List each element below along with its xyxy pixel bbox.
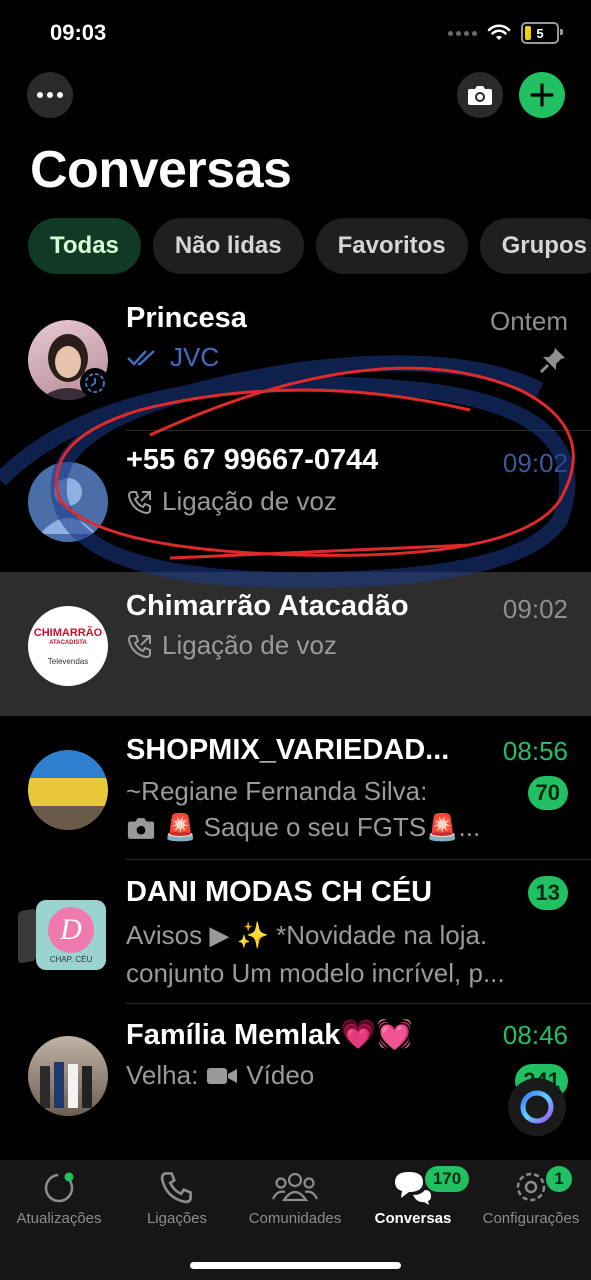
tab-ligacoes[interactable]: Ligações [118, 1168, 236, 1227]
chat-preview-text: 🚨 Saque o seu FGTS🚨... [164, 812, 481, 842]
community-stack-icon [18, 908, 36, 964]
tab-badge: 170 [425, 1166, 469, 1192]
phone-icon [160, 1172, 192, 1204]
chat-preview-line1: ~Regiane Fernanda Silva: [126, 776, 428, 806]
tab-label: Conversas [374, 1210, 452, 1227]
meta-ai-button[interactable] [508, 1078, 566, 1136]
battery-level: 5 [536, 25, 544, 41]
avatar-caption: Televendas [47, 656, 89, 666]
camera-icon [468, 86, 492, 105]
avatar-photo [40, 1062, 92, 1108]
annotation-scribble [0, 355, 576, 589]
tab-label: Atualizações [16, 1210, 102, 1227]
chat-row-shopmix[interactable]: SHOPMIX_VARIEDAD... 08:56 ~Regiane Ferna… [0, 716, 591, 860]
tab-label: Configurações [482, 1210, 580, 1227]
chat-time: 08:46 [502, 1020, 568, 1050]
avatar: CHIMARRÃO ATACADISTA Televendas [28, 606, 108, 686]
status-indicators: 5 [448, 22, 563, 44]
plus-icon [530, 83, 554, 107]
chat-preview-line2: 🚨 Saque o seu FGTS🚨... [126, 812, 516, 843]
chat-row-familia-memlak[interactable]: Família Memlak💗💓 08:46 Velha: Vídeo 241 [0, 1004, 591, 1148]
avatar [28, 1036, 108, 1116]
page-title: Conversas [30, 141, 292, 199]
video-icon [207, 1067, 238, 1084]
filter-grupos[interactable]: Grupos [479, 218, 591, 274]
avatar-logo-text: CHIMARRÃO [33, 626, 103, 639]
chat-row-dani-modas[interactable]: D CHAP. CÉU DANI MODAS CH CÉU 13 Avisos … [0, 860, 591, 1004]
chat-preview-text: Vídeo [246, 1060, 315, 1090]
chat-time: 08:56 [502, 736, 568, 766]
tab-atualizacoes[interactable]: Atualizações [0, 1168, 118, 1227]
tab-label: Comunidades [248, 1210, 342, 1227]
status-time: 09:03 [50, 20, 107, 45]
filter-chips: Todas Não lidas Favoritos Grupos [28, 218, 591, 274]
communities-icon [272, 1172, 318, 1202]
updates-icon [44, 1172, 74, 1203]
battery-icon: 5 [521, 22, 563, 44]
chat-name: DANI MODAS CH CÉU [126, 876, 433, 908]
signal-icon [448, 30, 477, 36]
unread-badge: 70 [527, 776, 568, 810]
avatar-caption: CHAP. CÉU [49, 954, 93, 964]
home-indicator [190, 1262, 401, 1269]
tab-comunidades[interactable]: Comunidades [236, 1168, 354, 1227]
chat-preview-line1: Avisos ▶ ✨ *Novidade na loja. [126, 920, 488, 950]
meta-ai-icon [520, 1090, 554, 1124]
tab-configuracoes[interactable]: Configurações [472, 1168, 590, 1227]
tab-label: Ligações [146, 1210, 208, 1227]
filter-todas[interactable]: Todas [28, 218, 141, 274]
chat-name: Família Memlak💗💓 [126, 1019, 413, 1051]
wifi-icon [487, 24, 511, 40]
filter-nao-lidas[interactable]: Não lidas [152, 218, 304, 274]
avatar-letter: D [48, 906, 94, 953]
tab-badge: 1 [546, 1166, 572, 1192]
camera-icon [127, 817, 155, 839]
chat-preview-text: Ligação de voz [162, 630, 337, 660]
chat-preview: Ligação de voz [126, 630, 337, 661]
chat-name: SHOPMIX_VARIEDAD... [126, 734, 450, 766]
new-chat-button[interactable] [519, 72, 565, 118]
ellipsis-icon [37, 92, 63, 98]
unread-badge: 13 [527, 876, 568, 910]
avatar-logo-sub: ATACADISTA [49, 639, 87, 646]
avatar [28, 750, 108, 830]
camera-button[interactable] [457, 72, 503, 118]
chat-preview: Velha: Vídeo [126, 1060, 314, 1091]
filter-favoritos[interactable]: Favoritos [315, 218, 468, 274]
chat-preview-prefix: Velha: [126, 1060, 199, 1090]
chat-preview-line2: conjunto Um modelo incrível, p... [126, 958, 505, 988]
avatar: D CHAP. CÉU [36, 900, 106, 970]
settings-icon [516, 1172, 546, 1202]
outgoing-call-icon [127, 634, 151, 658]
more-options-button[interactable] [27, 72, 73, 118]
